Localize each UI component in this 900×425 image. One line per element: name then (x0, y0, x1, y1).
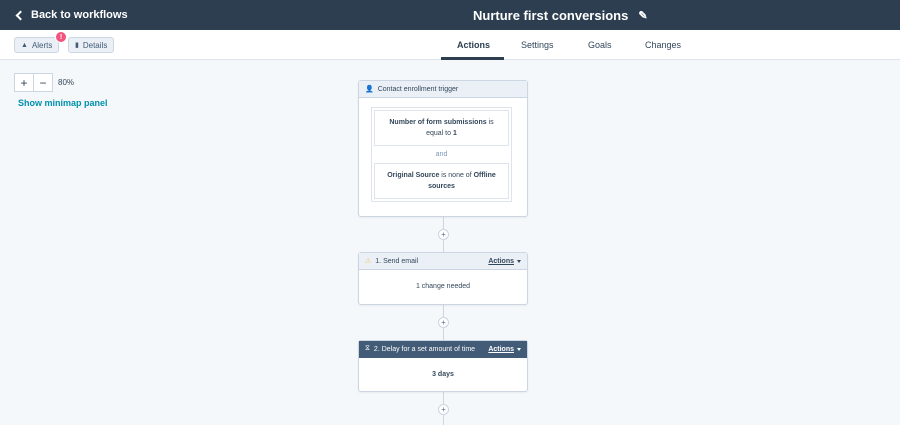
contact-icon: 👤 (365, 86, 374, 93)
chart-icon: ▮ (75, 42, 79, 49)
add-action-button[interactable]: + (438, 404, 449, 415)
back-label: Back to workflows (31, 9, 128, 21)
step-body: 3 days (432, 370, 454, 378)
step-body: 1 change needed (415, 282, 471, 290)
trigger-filters: Number of form submissions is equal to 1… (371, 107, 512, 202)
tab-goals[interactable]: Goals (588, 30, 612, 60)
filter-original-source[interactable]: Original Source is none of Offline sourc… (374, 163, 509, 199)
tab-actions[interactable]: Actions (457, 30, 490, 60)
chevron-left-icon (15, 10, 26, 20)
add-action-button[interactable]: + (438, 317, 449, 328)
warning-icon: ▲ (21, 41, 28, 49)
actions-label: Actions (488, 257, 514, 265)
edit-pencil-icon[interactable]: ✎ (638, 9, 647, 22)
caret-down-icon (517, 347, 521, 351)
tab-changes[interactable]: Changes (645, 30, 681, 60)
alerts-label: Alerts (31, 40, 53, 50)
active-tab-indicator (441, 57, 504, 60)
top-bar: Back to workflows Nurture first conversi… (0, 0, 900, 30)
filter-field: Original Source (387, 172, 440, 179)
alerts-button[interactable]: ▲ Alerts (14, 37, 60, 53)
filter-value: 1 (452, 130, 457, 137)
trigger-header-label: Contact enrollment trigger (377, 85, 459, 93)
send-email-card[interactable]: ⚠ 1. Send email Actions 1 change needed (358, 252, 528, 305)
workflow-title[interactable]: Nurture first conversions ✎ (473, 0, 648, 30)
hourglass-icon: ⧖ (365, 345, 370, 352)
step-title: 1. Send email (375, 257, 419, 265)
workflow-title-text: Nurture first conversions (473, 7, 629, 23)
tab-settings[interactable]: Settings (521, 30, 554, 60)
back-to-workflows-link[interactable]: Back to workflows (14, 0, 128, 30)
step-actions-dropdown[interactable]: Actions (488, 346, 521, 353)
enrollment-trigger-card[interactable]: 👤 Contact enrollment trigger Number of f… (358, 80, 528, 217)
warning-icon: ⚠ (365, 258, 372, 265)
filter-form-submissions[interactable]: Number of form submissions is equal to 1 (374, 110, 509, 146)
alerts-badge: ! (55, 31, 67, 43)
zoom-in-button[interactable]: + (15, 74, 34, 91)
zoom-controls: + − (14, 73, 53, 92)
trigger-header: 👤 Contact enrollment trigger (359, 81, 527, 98)
details-label: Details (82, 40, 108, 50)
zoom-level: 80% (58, 78, 75, 87)
workflow-toolbar (0, 30, 900, 60)
caret-down-icon (517, 259, 521, 263)
step-title: 2. Delay for a set amount of time (373, 345, 476, 353)
delay-card[interactable]: ⧖ 2. Delay for a set amount of time Acti… (358, 340, 528, 392)
step-header: ⧖ 2. Delay for a set amount of time Acti… (359, 341, 527, 358)
step-actions-dropdown[interactable]: Actions (488, 258, 521, 265)
add-action-button[interactable]: + (438, 229, 449, 240)
filter-joiner: and (435, 151, 448, 158)
step-header: ⚠ 1. Send email Actions (359, 253, 527, 270)
zoom-out-button[interactable]: − (34, 74, 52, 91)
actions-label: Actions (488, 345, 514, 353)
filter-operator: is none of (439, 172, 474, 179)
show-minimap-link[interactable]: Show minimap panel (18, 98, 108, 108)
filter-field: Number of form submissions (389, 119, 487, 126)
details-button[interactable]: ▮ Details (68, 37, 115, 53)
